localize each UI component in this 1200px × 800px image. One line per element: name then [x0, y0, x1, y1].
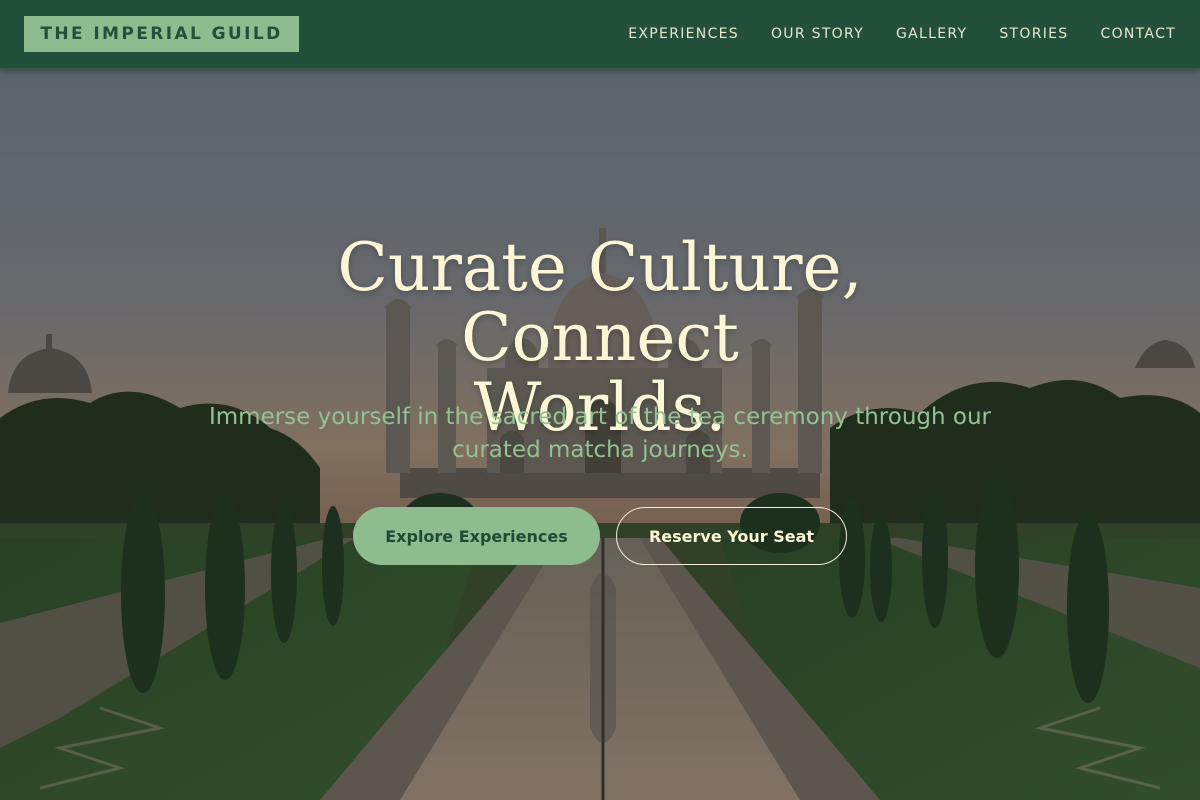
hero-subtitle-line-2: curated matcha journeys.	[452, 437, 748, 463]
site-header: THE IMPERIAL GUILD EXPERIENCES OUR STORY…	[0, 0, 1200, 69]
nav-experiences[interactable]: EXPERIENCES	[628, 26, 739, 42]
hero-subtitle-line-1: Immerse yourself in the sacred art of th…	[208, 404, 991, 430]
explore-experiences-button[interactable]: Explore Experiences	[353, 507, 600, 565]
main-nav: EXPERIENCES OUR STORY GALLERY STORIES CO…	[628, 0, 1176, 68]
brand-logo[interactable]: THE IMPERIAL GUILD	[24, 16, 299, 52]
landing-page: THE IMPERIAL GUILD EXPERIENCES OUR STORY…	[0, 0, 1200, 800]
nav-our-story[interactable]: OUR STORY	[771, 26, 864, 42]
nav-contact[interactable]: CONTACT	[1101, 26, 1177, 42]
nav-gallery[interactable]: GALLERY	[896, 26, 967, 42]
hero-cta-group: Explore Experiences Reserve Your Seat	[353, 507, 847, 565]
nav-stories[interactable]: STORIES	[999, 26, 1068, 42]
hero-section: Curate Culture, Connect Worlds. Immerse …	[0, 68, 1200, 800]
hero-title-line-1: Curate Culture, Connect	[337, 229, 863, 376]
hero-subtitle: Immerse yourself in the sacred art of th…	[180, 401, 1020, 467]
reserve-seat-button[interactable]: Reserve Your Seat	[616, 507, 847, 565]
